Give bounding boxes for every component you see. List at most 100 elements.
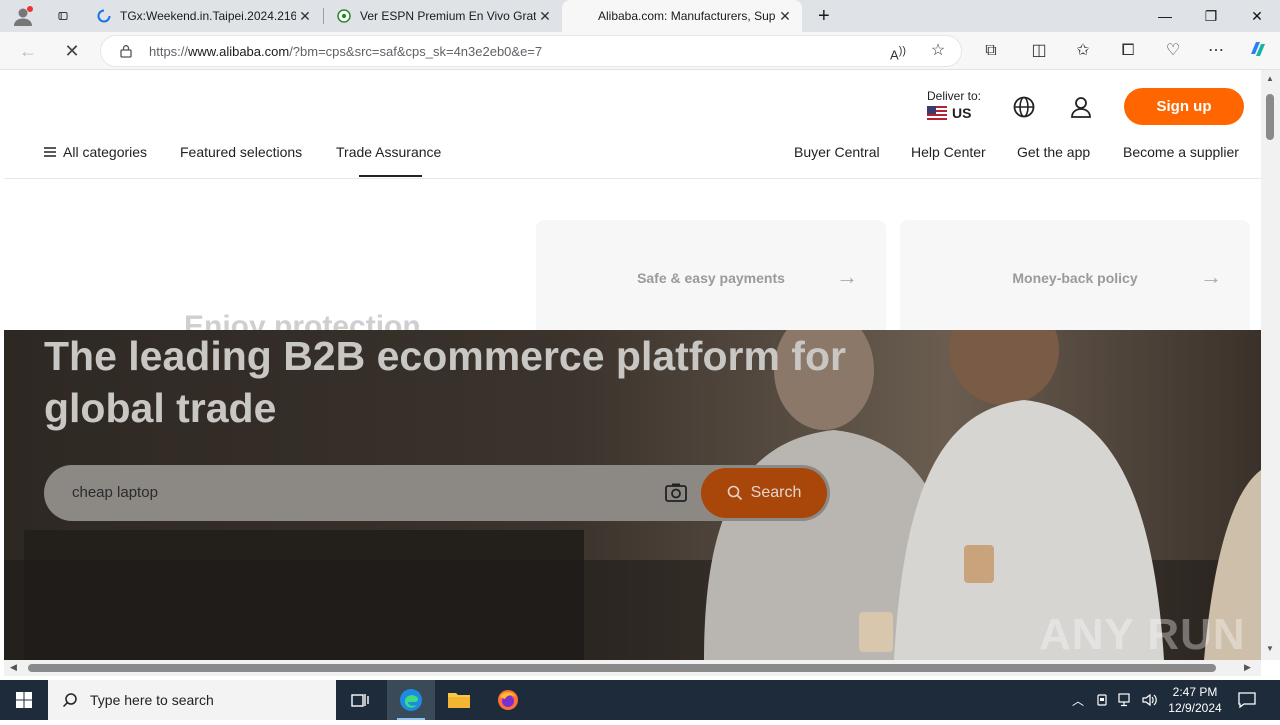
soccer-ball-icon xyxy=(336,8,352,24)
volume-icon[interactable] xyxy=(1140,680,1160,720)
system-clock[interactable]: 2:47 PM 12/9/2024 xyxy=(1160,684,1230,716)
tab-tgx[interactable]: TGx:Weekend.in.Taipei.2024.2160p ✕ xyxy=(84,0,322,32)
clock-date: 12/9/2024 xyxy=(1168,701,1222,715)
search-icon xyxy=(727,485,742,501)
close-icon[interactable]: ✕ xyxy=(776,7,794,25)
scroll-left-icon[interactable]: ◀ xyxy=(10,662,17,673)
scroll-up-icon[interactable]: ▲ xyxy=(1266,74,1274,83)
minimize-icon[interactable]: — xyxy=(1142,0,1188,32)
notifications-icon[interactable] xyxy=(1234,680,1260,720)
nav-divider xyxy=(4,178,1261,179)
start-button[interactable] xyxy=(0,680,48,720)
url-text: https://www.alibaba.com/?bm=cps&src=saf&… xyxy=(149,44,542,59)
scroll-right-icon[interactable]: ▶ xyxy=(1244,662,1251,673)
nav-get-the-app[interactable]: Get the app xyxy=(1017,144,1090,160)
windows-logo-icon xyxy=(16,692,32,708)
tab-espn[interactable]: Ver ESPN Premium En Vivo Gratis ✕ xyxy=(324,0,562,32)
restore-icon[interactable]: ❐ xyxy=(1188,0,1234,32)
horizontal-scrollbar[interactable]: ◀ ▶ xyxy=(4,660,1261,676)
favorites-icon[interactable]: ✩ xyxy=(1070,39,1096,63)
collections-icon[interactable]: ⧠ xyxy=(1115,39,1141,63)
copilot-icon[interactable] xyxy=(1245,39,1271,63)
tab-actions-icon xyxy=(58,12,68,20)
back-arrow-icon[interactable]: ← xyxy=(14,37,42,65)
lock-icon[interactable] xyxy=(119,44,133,58)
arrow-right-icon: → xyxy=(1200,264,1222,289)
tab-strip: TGx:Weekend.in.Taipei.2024.2160p ✕ Ver E… xyxy=(0,0,1280,32)
edge-taskbar-button[interactable] xyxy=(387,680,435,720)
window-close-icon[interactable]: ✕ xyxy=(1234,0,1280,32)
network-icon[interactable] xyxy=(1116,680,1136,720)
extensions-icon[interactable]: ⧉ xyxy=(978,39,1004,63)
safe-payments-card[interactable]: Safe & easy payments → xyxy=(536,220,886,340)
nav-become-a-supplier[interactable]: Become a supplier xyxy=(1123,144,1239,160)
task-view-button[interactable] xyxy=(336,680,384,720)
hero-banner: The leading B2B ecommerce platform for g… xyxy=(4,330,1261,660)
tab-title: Ver ESPN Premium En Vivo Gratis xyxy=(360,9,536,23)
nav-featured-selections[interactable]: Featured selections xyxy=(180,144,302,160)
menu-icon xyxy=(44,147,56,157)
arrow-right-icon: → xyxy=(836,264,858,289)
profile-icon xyxy=(14,6,33,26)
loading-icon xyxy=(96,8,112,24)
chevron-up-icon[interactable]: ︿ xyxy=(1068,680,1088,720)
nav-buyer-central[interactable]: Buyer Central xyxy=(794,144,880,160)
sign-up-button[interactable]: Sign up xyxy=(1124,88,1244,125)
nav-trade-assurance[interactable]: Trade Assurance xyxy=(336,144,441,160)
search-bar[interactable]: cheap laptop Search xyxy=(44,465,830,521)
url-host: www.alibaba.com xyxy=(188,44,290,59)
url-field[interactable]: https://www.alibaba.com/?bm=cps&src=saf&… xyxy=(100,35,962,67)
network-device-icon[interactable] xyxy=(1092,680,1112,720)
tab-alibaba[interactable]: Alibaba.com: Manufacturers, Suppliers ✕ xyxy=(562,0,802,32)
card-label: Safe & easy payments xyxy=(637,270,785,286)
scrollbar-thumb[interactable] xyxy=(1266,94,1274,140)
hero-heading: The leading B2B ecommerce platform for g… xyxy=(44,333,846,431)
scroll-down-icon[interactable]: ▼ xyxy=(1266,644,1274,653)
country-code: US xyxy=(952,105,972,121)
nav-help-center[interactable]: Help Center xyxy=(911,144,986,160)
task-view-icon xyxy=(351,694,369,707)
search-input[interactable]: cheap laptop xyxy=(72,484,158,501)
taskbar: Type here to search ︿ 2:47 PM 12/9/2024 xyxy=(0,680,1280,720)
us-flag-icon xyxy=(927,106,947,120)
profile-button[interactable] xyxy=(0,0,44,32)
tab-title: Alibaba.com: Manufacturers, Suppliers xyxy=(598,9,776,23)
more-menu-icon[interactable]: ⋯ xyxy=(1203,39,1229,63)
clock-time: 2:47 PM xyxy=(1172,685,1218,699)
new-tab-button[interactable]: + xyxy=(806,0,832,32)
money-back-card[interactable]: Money-back policy → xyxy=(900,220,1250,340)
url-scheme: https:// xyxy=(149,44,189,59)
globe-icon[interactable] xyxy=(1011,94,1037,120)
deliver-label: Deliver to: xyxy=(927,89,982,103)
tab-title: TGx:Weekend.in.Taipei.2024.2160p xyxy=(120,9,296,23)
taskbar-search-placeholder: Type here to search xyxy=(90,692,214,708)
all-categories-label: All categories xyxy=(63,144,148,160)
url-path: /?bm=cps&src=saf&cps_sk=4n3e2eb0&e=7 xyxy=(289,44,543,59)
search-button-label: Search xyxy=(750,484,802,501)
user-icon[interactable] xyxy=(1068,94,1094,120)
active-tab-underline xyxy=(359,175,422,177)
file-explorer-button[interactable] xyxy=(435,680,483,720)
camera-icon[interactable] xyxy=(664,481,688,505)
split-screen-icon[interactable]: ◫ xyxy=(1026,39,1052,63)
close-icon[interactable]: ✕ xyxy=(296,7,314,25)
scrollbar-thumb[interactable] xyxy=(28,664,1216,672)
browser-essentials-icon[interactable]: ♡ xyxy=(1160,39,1186,63)
stop-loading-icon[interactable]: ✕ xyxy=(58,37,86,65)
deliver-country: US xyxy=(927,105,981,121)
deliver-to[interactable]: Deliver to: US xyxy=(927,89,981,121)
taskbar-search[interactable]: Type here to search xyxy=(48,680,336,720)
anyrun-watermark: ANY RUN xyxy=(1039,610,1246,659)
card-label: Money-back policy xyxy=(1012,270,1138,286)
vertical-scrollbar[interactable]: ▲ ▼ xyxy=(1261,70,1280,660)
read-aloud-icon[interactable]: A)) xyxy=(885,39,911,63)
search-button[interactable]: Search xyxy=(701,468,827,518)
all-categories-menu[interactable]: All categories xyxy=(44,144,147,160)
favorite-star-icon[interactable]: ☆ xyxy=(925,39,951,63)
folder-icon xyxy=(448,693,470,708)
close-icon[interactable]: ✕ xyxy=(536,7,554,25)
address-bar: ← ✕ https://www.alibaba.com/?bm=cps&src=… xyxy=(0,32,1280,70)
firefox-taskbar-button[interactable] xyxy=(484,680,532,720)
firefox-icon xyxy=(498,690,518,710)
tab-actions-button[interactable] xyxy=(46,0,76,32)
